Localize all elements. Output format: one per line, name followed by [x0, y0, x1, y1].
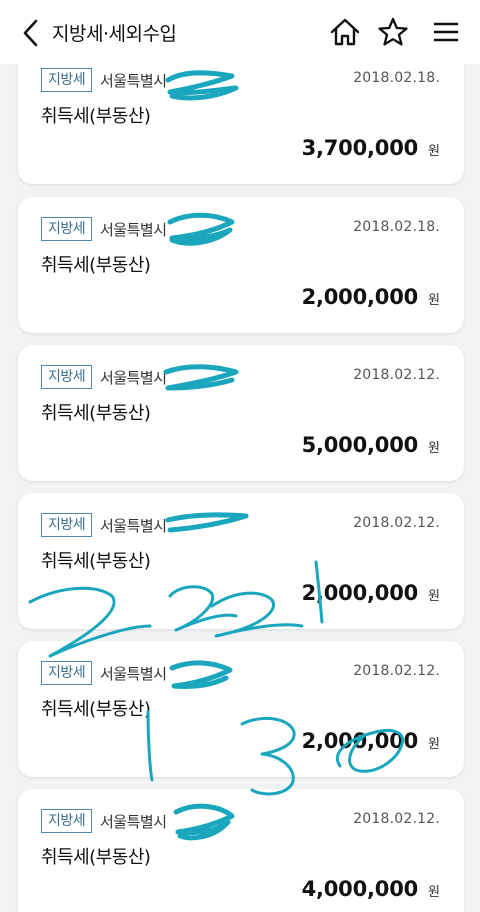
payment-list: 지방세 서울특별시 2018.02.18. 취득세(부동산) 3,700,000… — [0, 0, 480, 912]
payment-date: 2018.02.12. — [353, 367, 440, 383]
tax-type-badge: 지방세 — [41, 365, 93, 389]
payment-amount: 4,000,000 — [301, 877, 419, 901]
organization-name: 서울특별시 — [100, 665, 167, 683]
tax-item-name: 취득세(부동산) — [41, 255, 151, 276]
amount-row: 2,000,000 원 — [302, 729, 440, 753]
currency-unit: 원 — [428, 144, 440, 159]
currency-unit: 원 — [428, 441, 440, 456]
chevron-left-icon — [23, 19, 38, 47]
amount-row: 2,000,000 원 — [302, 285, 440, 309]
tax-item-name: 취득세(부동산) — [41, 551, 151, 572]
payment-card[interactable]: 지방세 서울특별시 2018.02.12. 취득세(부동산) 2,000,000… — [18, 641, 464, 777]
star-outline-icon — [378, 17, 408, 46]
tax-item-name: 취득세(부동산) — [41, 847, 151, 868]
menu-button[interactable] — [428, 14, 464, 50]
app-header: 지방세·세외수입 — [0, 0, 480, 64]
payment-date: 2018.02.12. — [353, 515, 440, 531]
payment-amount: 2,000,000 — [301, 729, 419, 753]
currency-unit: 원 — [428, 293, 440, 308]
amount-row: 3,700,000 원 — [302, 136, 440, 160]
tax-item-name: 취득세(부동산) — [41, 403, 151, 424]
payment-date: 2018.02.12. — [353, 663, 440, 679]
tax-item-name: 취득세(부동산) — [41, 106, 151, 127]
page-title: 지방세·세외수입 — [52, 23, 177, 45]
home-button[interactable] — [327, 14, 363, 50]
tax-type-badge: 지방세 — [41, 68, 93, 92]
payment-amount: 2,000,000 — [301, 581, 419, 605]
payment-date: 2018.02.12. — [353, 811, 440, 827]
tax-type-badge: 지방세 — [41, 661, 93, 685]
currency-unit: 원 — [428, 737, 440, 752]
organization-name: 서울특별시 — [100, 221, 167, 239]
payment-amount: 2,000,000 — [301, 285, 419, 309]
tax-type-badge: 지방세 — [41, 809, 93, 833]
payment-date: 2018.02.18. — [353, 219, 440, 235]
currency-unit: 원 — [428, 885, 440, 900]
payment-date: 2018.02.18. — [353, 70, 440, 86]
amount-row: 4,000,000 원 — [302, 877, 440, 901]
currency-unit: 원 — [428, 589, 440, 604]
tax-type-badge: 지방세 — [41, 217, 93, 241]
payment-card[interactable]: 지방세 서울특별시 2018.02.18. 취득세(부동산) 3,700,000… — [18, 48, 464, 184]
payment-card[interactable]: 지방세 서울특별시 2018.02.12. 취득세(부동산) 2,000,000… — [18, 493, 464, 629]
amount-row: 5,000,000 원 — [302, 433, 440, 457]
home-icon — [330, 18, 360, 46]
payment-card[interactable]: 지방세 서울특별시 2018.02.18. 취득세(부동산) 2,000,000… — [18, 197, 464, 333]
payment-amount: 3,700,000 — [301, 136, 419, 160]
hamburger-menu-icon — [433, 22, 459, 42]
amount-row: 2,000,000 원 — [302, 581, 440, 605]
tax-item-name: 취득세(부동산) — [41, 699, 151, 720]
payment-amount: 5,000,000 — [301, 433, 419, 457]
tax-type-badge: 지방세 — [41, 513, 93, 537]
organization-name: 서울특별시 — [100, 369, 167, 387]
payment-card[interactable]: 지방세 서울특별시 2018.02.12. 취득세(부동산) 4,000,000… — [18, 789, 464, 912]
organization-name: 서울특별시 — [100, 517, 167, 535]
organization-name: 서울특별시 — [100, 72, 167, 90]
payment-card[interactable]: 지방세 서울특별시 2018.02.12. 취득세(부동산) 5,000,000… — [18, 345, 464, 481]
back-button[interactable] — [14, 16, 46, 50]
favorite-button[interactable] — [375, 14, 411, 50]
organization-name: 서울특별시 — [100, 813, 167, 831]
